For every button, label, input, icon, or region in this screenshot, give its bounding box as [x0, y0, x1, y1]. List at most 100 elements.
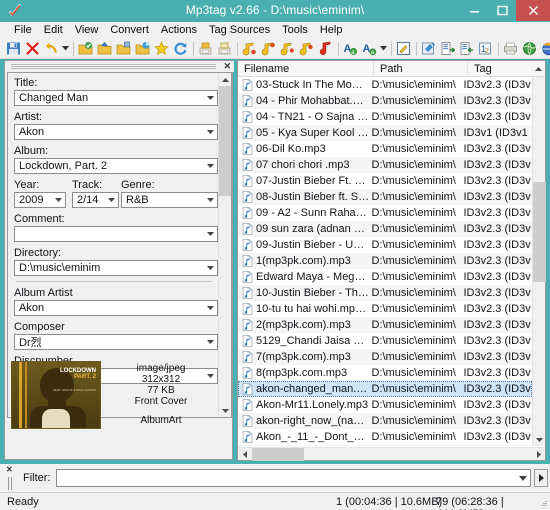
artist-input[interactable]: Akon: [14, 124, 218, 140]
table-row[interactable]: 03-Stuck In The Momen... D:\music\eminim\…: [238, 77, 532, 93]
table-row[interactable]: 09 sun zara (adnan sami...D:\music\emini…: [238, 221, 532, 237]
close-button[interactable]: [516, 0, 550, 21]
table-row[interactable]: 7(mp3pk.com).mp3 D:\music\eminim\ ID3v2.3 …: [238, 349, 532, 365]
tag-panel-scroll-up-icon[interactable]: [219, 73, 231, 86]
album-art-image[interactable]: LOCKDOWN PART. 2 FEAT. SNOOP & RICK-A-RO…: [11, 361, 101, 429]
table-row[interactable]: 08-Justin Bieber ft. Sean...D:\music\emi…: [238, 189, 532, 205]
table-row[interactable]: 8(mp3pk.com.mp3 D:\music\eminim\ ID3v2.3 (…: [238, 365, 532, 381]
year-input[interactable]: 2009: [14, 192, 66, 208]
actions-quick-icon[interactable]: A a: [360, 40, 379, 58]
file-list-hscroll-thumb[interactable]: [252, 448, 304, 461]
filter-dropdown-arrow-icon[interactable]: [515, 470, 530, 486]
genre-dropdown-arrow-icon[interactable]: [203, 193, 217, 207]
tag-to-filename-icon[interactable]: [259, 40, 278, 58]
favorites-star-icon[interactable]: [152, 40, 171, 58]
save-icon[interactable]: [4, 40, 23, 58]
tag-panel-close-icon[interactable]: ✕: [223, 61, 231, 72]
table-row[interactable]: akon-right_now_(na_na... D:\music\eminim\…: [238, 413, 532, 429]
file-list-scroll-up-icon[interactable]: [532, 61, 545, 77]
menu-item-tag-sources[interactable]: Tag Sources: [203, 23, 276, 38]
filter-bar-grip[interactable]: ✕: [6, 466, 16, 490]
file-list-vertical-scrollbar[interactable]: [532, 77, 546, 446]
album-dropdown-arrow-icon[interactable]: [203, 159, 217, 173]
track-input[interactable]: 2/14: [72, 192, 119, 208]
add-directory-icon[interactable]: [114, 40, 133, 58]
artist-dropdown-arrow-icon[interactable]: [203, 125, 217, 139]
composer-input[interactable]: Dr烈: [14, 334, 218, 350]
change-directory-icon[interactable]: [76, 40, 95, 58]
menu-item-file[interactable]: File: [8, 23, 38, 38]
table-row[interactable]: Akon-Mr11.Lonely.mp3 D:\music\eminim\ ID3v…: [238, 397, 532, 413]
column-header-tag[interactable]: Tag: [468, 61, 532, 77]
export-icon[interactable]: [438, 40, 457, 58]
remove-tag-icon[interactable]: [23, 40, 42, 58]
text-file-to-tag-icon[interactable]: [297, 40, 316, 58]
amazon-icon[interactable]: [539, 40, 550, 58]
tag-panel-scroll-down-icon[interactable]: [219, 404, 231, 417]
file-list-vscroll-thumb[interactable]: [533, 182, 546, 282]
menu-item-tools[interactable]: Tools: [276, 23, 314, 38]
actions-icon[interactable]: A a: [341, 40, 360, 58]
import-icon[interactable]: [457, 40, 476, 58]
directory-dropdown-arrow-icon[interactable]: [203, 261, 217, 275]
actions-dropdown-arrow-icon[interactable]: [379, 40, 388, 58]
title-input[interactable]: Changed Man: [14, 90, 218, 106]
tag-panel-grip[interactable]: ✕: [5, 61, 234, 72]
filename-to-tag-icon[interactable]: [240, 40, 259, 58]
menu-item-convert[interactable]: Convert: [104, 23, 155, 38]
playlist-save-icon[interactable]: [196, 40, 215, 58]
table-row[interactable]: 09 - A2 - Sunn Raha Hai...D:\music\emini…: [238, 205, 532, 221]
column-header-path[interactable]: Path: [374, 60, 468, 77]
menu-item-edit[interactable]: Edit: [38, 23, 69, 38]
table-row[interactable]: akon-changed_man.mp3 D:\music\eminim\ ID3v…: [238, 381, 532, 397]
web-sources-icon[interactable]: [520, 40, 539, 58]
tag-to-tag-icon[interactable]: [278, 40, 297, 58]
directory-input[interactable]: D:\music\eminim: [14, 260, 218, 276]
tag-number-icon[interactable]: 1 2: [476, 40, 495, 58]
table-row[interactable]: Akon_-_11_-_Dont_Let_... D:\music\eminim\…: [238, 429, 532, 445]
file-list-scroll-right-icon[interactable]: [532, 448, 545, 461]
convert-icon[interactable]: [316, 40, 335, 58]
title-dropdown-arrow-icon[interactable]: [203, 91, 217, 105]
undo-dropdown-arrow-icon[interactable]: [61, 40, 70, 58]
auto-numbering-wizard-icon[interactable]: [419, 40, 438, 58]
file-list-scroll-left-icon[interactable]: [238, 448, 251, 461]
table-row[interactable]: Ashiq banaya aapne.mp3D:\music\eminim\ID…: [238, 445, 532, 446]
resize-grip[interactable]: [537, 498, 547, 508]
undo-icon[interactable]: [42, 40, 61, 58]
table-row[interactable]: 09-Justin Bieber - Up.mp3 D:\music\eminim…: [238, 237, 532, 253]
menu-item-view[interactable]: View: [69, 23, 105, 38]
freedb-icon[interactable]: [501, 40, 520, 58]
tag-panel-scroll-thumb[interactable]: [219, 86, 231, 196]
column-header-filename[interactable]: Filename: [238, 60, 374, 77]
tag-panel-scrollbar[interactable]: [218, 73, 231, 417]
file-list-rows[interactable]: 03-Stuck In The Momen... D:\music\eminim\…: [238, 77, 532, 446]
table-row[interactable]: 07-Justin Bieber Ft. Jessi...D:\music\em…: [238, 173, 532, 189]
minimize-button[interactable]: [460, 0, 488, 21]
maximize-button[interactable]: [488, 0, 516, 21]
album-artist-dropdown-arrow-icon[interactable]: [203, 301, 217, 315]
table-row[interactable]: 04 - TN21 - O Sajna (Re... D:\music\emini…: [238, 109, 532, 125]
refresh-icon[interactable]: [171, 40, 190, 58]
table-row[interactable]: 1(mp3pk.com).mp3 D:\music\eminim\ ID3v2.3 …: [238, 253, 532, 269]
album-artist-input[interactable]: Akon: [14, 300, 218, 316]
table-row[interactable]: 2(mp3pk.com).mp3 D:\music\eminim\ ID3v2.3 …: [238, 317, 532, 333]
edit-tag-icon[interactable]: [394, 40, 413, 58]
album-input[interactable]: Lockdown, Part. 2: [14, 158, 218, 174]
composer-dropdown-arrow-icon[interactable]: [203, 335, 217, 349]
table-row[interactable]: 06-Dil Ko.mp3 D:\music\eminim\ ID3v2.3 (ID…: [238, 141, 532, 157]
menu-item-actions[interactable]: Actions: [155, 23, 203, 38]
add-files-icon[interactable]: [133, 40, 152, 58]
table-row[interactable]: 05 - Kya Super Kool Hai... D:\music\emini…: [238, 125, 532, 141]
filter-close-icon[interactable]: ✕: [6, 466, 16, 474]
playlist-open-icon[interactable]: [215, 40, 234, 58]
file-list-scroll-down-icon[interactable]: [533, 433, 546, 446]
directory-up-icon[interactable]: [95, 40, 114, 58]
table-row[interactable]: 07 chori chori .mp3 D:\music\eminim\ ID3v2…: [238, 157, 532, 173]
genre-input[interactable]: R&B: [121, 192, 218, 208]
comment-dropdown-arrow-icon[interactable]: [203, 227, 217, 241]
filter-input[interactable]: [56, 469, 531, 487]
file-list-horizontal-scrollbar[interactable]: [238, 447, 545, 461]
track-dropdown-arrow-icon[interactable]: [104, 193, 118, 207]
year-dropdown-arrow-icon[interactable]: [51, 193, 65, 207]
